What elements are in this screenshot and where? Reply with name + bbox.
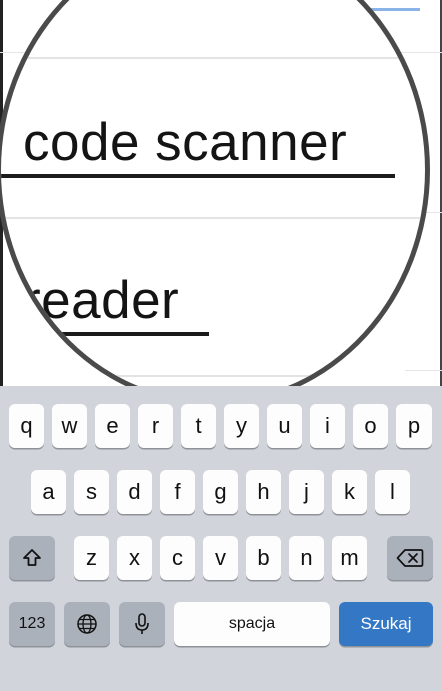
key-l[interactable]: l (375, 470, 410, 514)
key-c[interactable]: c (160, 536, 195, 580)
key-y[interactable]: y (224, 404, 259, 448)
key-j[interactable]: j (289, 470, 324, 514)
separator (1, 57, 425, 59)
suggestion-reader[interactable]: reader (23, 270, 179, 331)
separator (405, 370, 442, 371)
underline (1, 332, 209, 336)
key-f[interactable]: f (160, 470, 195, 514)
key-z[interactable]: z (74, 536, 109, 580)
key-v[interactable]: v (203, 536, 238, 580)
key-n[interactable]: n (289, 536, 324, 580)
backspace-icon (396, 549, 424, 567)
key-h[interactable]: h (246, 470, 281, 514)
separator (1, 375, 425, 377)
key-q[interactable]: q (9, 404, 44, 448)
key-r[interactable]: r (138, 404, 173, 448)
key-x[interactable]: x (117, 536, 152, 580)
globe-key[interactable] (64, 602, 110, 646)
space-key[interactable]: spacja (174, 602, 330, 646)
key-a[interactable]: a (31, 470, 66, 514)
key-e[interactable]: e (95, 404, 130, 448)
search-key[interactable]: Szukaj (339, 602, 433, 646)
key-g[interactable]: g (203, 470, 238, 514)
key-t[interactable]: t (181, 404, 216, 448)
microphone-key[interactable] (119, 602, 165, 646)
keyboard: q w e r t y u i o p a s d f g h j k l z … (0, 386, 442, 691)
key-w[interactable]: w (52, 404, 87, 448)
key-b[interactable]: b (246, 536, 281, 580)
key-p[interactable]: p (396, 404, 432, 448)
key-u[interactable]: u (267, 404, 302, 448)
key-s[interactable]: s (74, 470, 109, 514)
key-m[interactable]: m (332, 536, 367, 580)
key-i[interactable]: i (310, 404, 345, 448)
shift-icon (23, 549, 41, 566)
globe-icon (77, 614, 97, 634)
key-d[interactable]: d (117, 470, 152, 514)
backspace-key[interactable] (387, 536, 433, 580)
key-o[interactable]: o (353, 404, 388, 448)
underline (1, 174, 395, 178)
shift-key[interactable] (9, 536, 55, 580)
suggestion-code-scanner[interactable]: code scanner (23, 112, 347, 173)
microphone-icon (135, 613, 149, 634)
separator (1, 217, 425, 219)
magnifier-loupe: code scanner reader (0, 0, 430, 406)
key-k[interactable]: k (332, 470, 367, 514)
numbers-key[interactable]: 123 (9, 602, 55, 646)
